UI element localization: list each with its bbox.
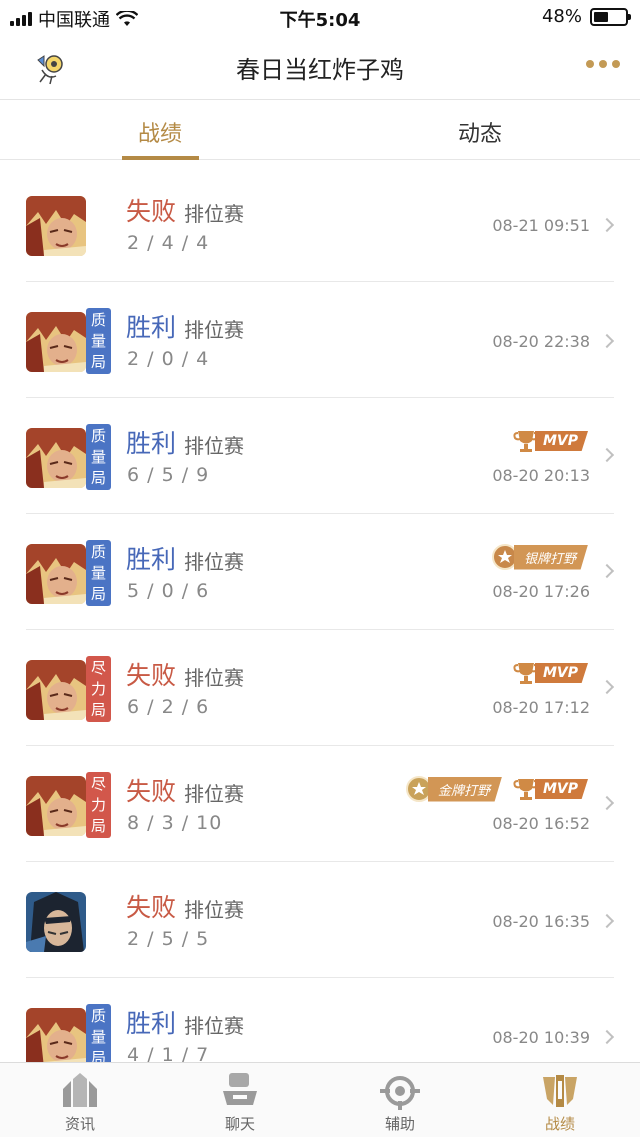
match-row[interactable]: 失败 排位赛 2 / 4 / 4 08-21 09:51 [0, 166, 640, 282]
nav-news-label: 资讯 [64, 1115, 95, 1133]
mvp-badge: MVP [513, 658, 588, 688]
hero-portrait [26, 892, 86, 952]
battery-fill [594, 11, 609, 22]
more-icon[interactable] [586, 60, 620, 68]
hero-portrait [26, 776, 86, 836]
chevron-right-icon [599, 333, 615, 349]
match-row[interactable]: 质量局胜利 排位赛 2 / 0 / 4 08-20 22:38 [0, 282, 640, 398]
chevron-right-icon [599, 447, 615, 463]
nav-record[interactable]: 战绩 [480, 1071, 640, 1134]
chevron-right-icon [599, 679, 615, 695]
match-kda: 2 / 5 / 5 [127, 928, 210, 950]
battery-percent: 48% [541, 6, 582, 27]
hero-portrait [26, 544, 86, 604]
match-mode: 排位赛 [184, 666, 244, 690]
mvp-badge-label: MVP [534, 663, 588, 683]
chevron-right-icon [599, 563, 615, 579]
medal-badge: 银牌打野 [490, 542, 588, 572]
match-mode: 排位赛 [184, 434, 244, 458]
match-row[interactable]: 尽力局失败 排位赛 6 / 2 / 6 08-20 17:12 MVP [0, 630, 640, 746]
match-result: 失败 [126, 893, 177, 922]
match-kda: 6 / 5 / 9 [127, 464, 210, 486]
match-mode: 排位赛 [184, 898, 244, 922]
match-time: 08-20 22:38 [492, 332, 590, 351]
chevron-right-icon [599, 217, 615, 233]
match-mode: 排位赛 [184, 318, 244, 342]
match-result: 胜利 [126, 313, 177, 342]
battery-icon [590, 7, 631, 26]
medal-badge-label: 金牌打野 [427, 776, 502, 802]
match-kda: 5 / 0 / 6 [127, 580, 210, 602]
match-kda: 2 / 4 / 4 [127, 232, 210, 254]
tab-activity[interactable]: 动态 [400, 116, 560, 148]
nav-news[interactable]: 资讯 [0, 1071, 160, 1134]
app-header: 春日当红炸子鸡 [0, 34, 640, 100]
hero-portrait [26, 428, 86, 488]
nav-chat-label: 聊天 [224, 1115, 255, 1133]
match-time: 08-21 09:51 [492, 216, 590, 235]
match-result: 胜利 [126, 1009, 177, 1038]
hero-portrait [26, 1008, 86, 1062]
mvp-badge: MVP [513, 426, 588, 456]
match-row[interactable]: 质量局胜利 排位赛 5 / 0 / 6 08-20 17:26 银牌打野 [0, 514, 640, 630]
match-time: 08-20 17:26 [492, 582, 590, 601]
tab-bar: 战绩 动态 [0, 100, 640, 160]
match-quality-tag: 质量局 [86, 1004, 111, 1062]
match-time: 08-20 20:13 [492, 466, 590, 485]
match-kda: 2 / 0 / 4 [127, 348, 210, 370]
hero-portrait [26, 196, 86, 256]
match-row[interactable]: 质量局胜利 排位赛 6 / 5 / 9 08-20 20:13 MVP [0, 398, 640, 514]
match-mode: 排位赛 [184, 550, 244, 574]
match-row[interactable]: 尽力局失败 排位赛 8 / 3 / 10 08-20 16:52 MVP 金牌打野 [0, 746, 640, 862]
chevron-right-icon [599, 913, 615, 929]
match-mode: 排位赛 [184, 202, 244, 226]
active-tab-indicator [122, 156, 199, 160]
assist-icon [380, 1076, 420, 1110]
match-time: 08-20 16:52 [492, 814, 590, 833]
mvp-badge: MVP [513, 774, 588, 804]
match-result: 胜利 [126, 545, 177, 574]
nav-assist[interactable]: 辅助 [320, 1071, 480, 1134]
mvp-badge-label: MVP [534, 431, 588, 451]
hero-portrait [26, 312, 86, 372]
medal-badge-label: 银牌打野 [513, 544, 588, 570]
status-right: 48% [541, 6, 631, 27]
nav-chat[interactable]: 聊天 [160, 1071, 320, 1134]
match-mode: 排位赛 [184, 782, 244, 806]
match-list[interactable]: 失败 排位赛 2 / 4 / 4 08-21 09:51 质量局胜利 排位赛 2 / 0 /… [0, 166, 640, 1062]
nav-record-label: 战绩 [544, 1115, 575, 1133]
match-kda: 6 / 2 / 6 [127, 696, 210, 718]
news-icon [63, 1073, 97, 1107]
match-quality-tag: 尽力局 [86, 772, 111, 838]
match-kda: 8 / 3 / 10 [127, 812, 223, 834]
chevron-right-icon [599, 795, 615, 811]
match-quality-tag: 尽力局 [86, 656, 111, 722]
record-icon [543, 1075, 577, 1107]
match-quality-tag: 质量局 [86, 424, 111, 490]
match-time: 08-20 10:39 [492, 1028, 590, 1047]
match-result: 胜利 [126, 429, 177, 458]
match-quality-tag: 质量局 [86, 308, 111, 374]
status-bar: 中国联通 下午5:04 48% [0, 0, 640, 34]
mvp-badge-label: MVP [534, 779, 588, 799]
match-quality-tag: 质量局 [86, 540, 111, 606]
match-row[interactable]: 失败 排位赛 2 / 5 / 5 08-20 16:35 [0, 862, 640, 978]
match-result: 失败 [126, 777, 177, 806]
match-mode: 排位赛 [184, 1014, 244, 1038]
medal-badge: 金牌打野 [404, 774, 502, 804]
chevron-right-icon [599, 1029, 615, 1045]
tab-records[interactable]: 战绩 [80, 116, 240, 148]
match-result: 失败 [126, 661, 177, 690]
match-time: 08-20 16:35 [492, 912, 590, 931]
match-result: 失败 [126, 197, 177, 226]
bottom-nav: 资讯 聊天 辅助 战绩 [0, 1062, 640, 1137]
hero-portrait [26, 660, 86, 720]
nav-assist-label: 辅助 [384, 1115, 415, 1133]
match-time: 08-20 17:12 [492, 698, 590, 717]
match-row[interactable]: 质量局胜利 排位赛 4 / 1 / 7 08-20 10:39 [0, 978, 640, 1062]
chat-icon [223, 1073, 257, 1105]
match-kda: 4 / 1 / 7 [127, 1044, 210, 1062]
page-title: 春日当红炸子鸡 [236, 56, 404, 84]
